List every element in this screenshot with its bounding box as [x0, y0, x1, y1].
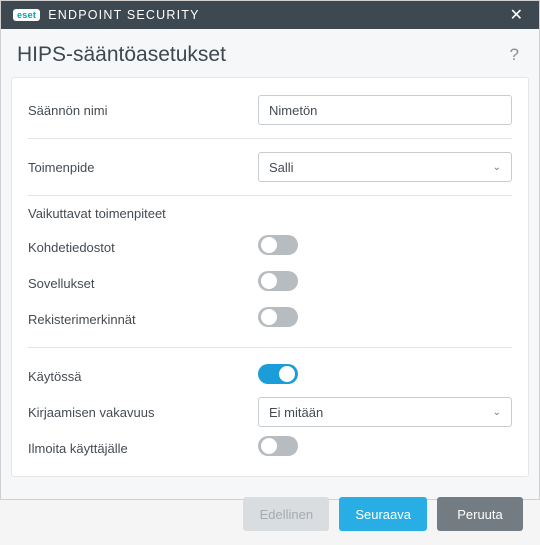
target-files-row: Kohdetiedostot — [28, 229, 512, 265]
divider — [28, 195, 512, 196]
help-icon[interactable]: ? — [510, 45, 519, 65]
header: HIPS-sääntöasetukset ? — [1, 29, 539, 77]
notify-label: Ilmoita käyttäjälle — [28, 441, 258, 456]
divider — [28, 347, 512, 348]
cancel-button[interactable]: Peruuta — [437, 497, 523, 531]
target-files-label: Kohdetiedostot — [28, 240, 258, 255]
registry-toggle[interactable] — [258, 307, 298, 327]
notify-row: Ilmoita käyttäjälle — [28, 430, 512, 466]
divider — [28, 138, 512, 139]
action-value: Salli — [269, 160, 294, 175]
previous-button: Edellinen — [243, 497, 329, 531]
rule-name-label: Säännön nimi — [28, 103, 258, 118]
chevron-down-icon: ⌄ — [493, 162, 501, 173]
registry-row: Rekisterimerkinnät — [28, 301, 512, 337]
brand-badge: eset — [13, 9, 40, 21]
brand: eset ENDPOINT SECURITY — [13, 8, 200, 22]
severity-row: Kirjaamisen vakavuus Ei mitään ⌄ — [28, 394, 512, 430]
titlebar: eset ENDPOINT SECURITY ✕ — [1, 1, 539, 29]
severity-select[interactable]: Ei mitään ⌄ — [258, 397, 512, 427]
action-select[interactable]: Salli ⌄ — [258, 152, 512, 182]
rule-name-input[interactable] — [258, 95, 512, 125]
brand-text: ENDPOINT SECURITY — [48, 8, 199, 22]
severity-label: Kirjaamisen vakavuus — [28, 405, 258, 420]
enabled-row: Käytössä — [28, 358, 512, 394]
chevron-down-icon: ⌄ — [493, 407, 501, 418]
page-title: HIPS-sääntöasetukset — [17, 43, 226, 67]
notify-toggle[interactable] — [258, 436, 298, 456]
applications-toggle[interactable] — [258, 271, 298, 291]
settings-window: eset ENDPOINT SECURITY ✕ HIPS-sääntöaset… — [0, 0, 540, 500]
affecting-section-title: Vaikuttavat toimenpiteet — [28, 206, 512, 221]
severity-value: Ei mitään — [269, 405, 323, 420]
enabled-label: Käytössä — [28, 369, 258, 384]
rule-name-row: Säännön nimi — [28, 92, 512, 128]
settings-panel: Säännön nimi Toimenpide Salli ⌄ Vaikutta… — [11, 77, 529, 477]
footer: Edellinen Seuraava Peruuta — [1, 487, 539, 545]
applications-row: Sovellukset — [28, 265, 512, 301]
applications-label: Sovellukset — [28, 276, 258, 291]
enabled-toggle[interactable] — [258, 364, 298, 384]
registry-label: Rekisterimerkinnät — [28, 312, 258, 327]
target-files-toggle[interactable] — [258, 235, 298, 255]
action-label: Toimenpide — [28, 160, 258, 175]
close-icon[interactable]: ✕ — [506, 1, 527, 29]
action-row: Toimenpide Salli ⌄ — [28, 149, 512, 185]
next-button[interactable]: Seuraava — [339, 497, 427, 531]
